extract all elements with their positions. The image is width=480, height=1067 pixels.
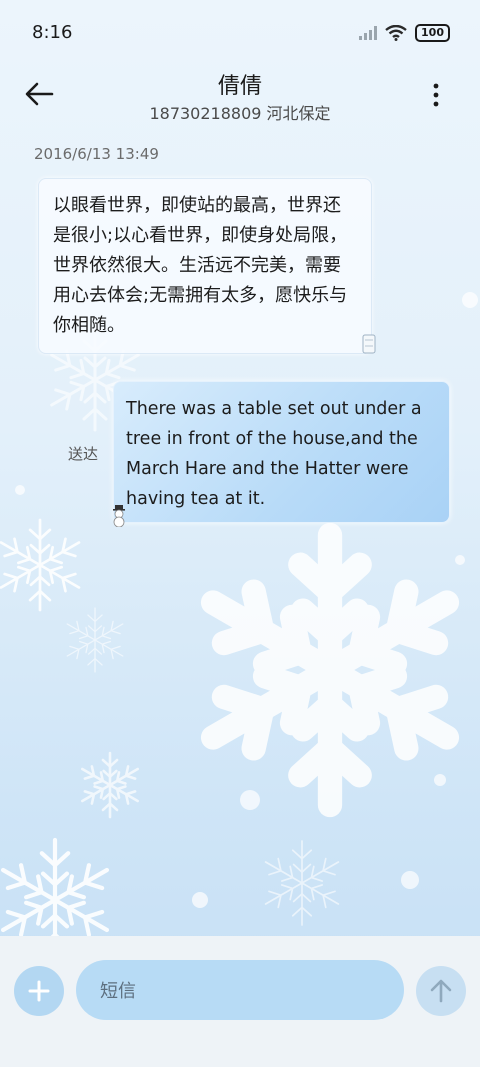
- arrow-up-icon: [430, 979, 452, 1003]
- snowman-icon: [113, 505, 125, 527]
- more-vertical-icon[interactable]: [428, 82, 444, 108]
- outgoing-message-bubble[interactable]: There was a table set out under a tree i…: [113, 381, 450, 523]
- signal-icon: [359, 26, 378, 40]
- message-input-placeholder: 短信: [100, 981, 136, 1002]
- status-time: 8:16: [32, 22, 73, 43]
- message-input[interactable]: 短信: [76, 960, 404, 1020]
- delivery-status: 送达: [68, 445, 99, 463]
- contact-name: 倩倩: [217, 74, 262, 99]
- conversation-header: 倩倩 18730218809 河北保定: [0, 64, 480, 134]
- status-bar: 8:16 100: [0, 0, 480, 64]
- ice-cube-icon: [362, 334, 376, 354]
- contact-number-location: 18730218809 河北保定: [149, 104, 331, 123]
- send-button[interactable]: [416, 966, 466, 1016]
- message-composer: 短信: [0, 936, 480, 1067]
- battery-indicator: 100: [415, 24, 450, 42]
- plus-icon: [28, 980, 50, 1002]
- wifi-icon: [385, 25, 407, 41]
- message-timestamp: 2016/6/13 13:49: [34, 145, 159, 163]
- status-icons: 100: [359, 24, 450, 42]
- add-attachment-button[interactable]: [14, 966, 64, 1016]
- incoming-message-bubble[interactable]: 以眼看世界，即使站的最高，世界还是很小;以心看世界，即使身处局限，世界依然很大。…: [38, 178, 372, 354]
